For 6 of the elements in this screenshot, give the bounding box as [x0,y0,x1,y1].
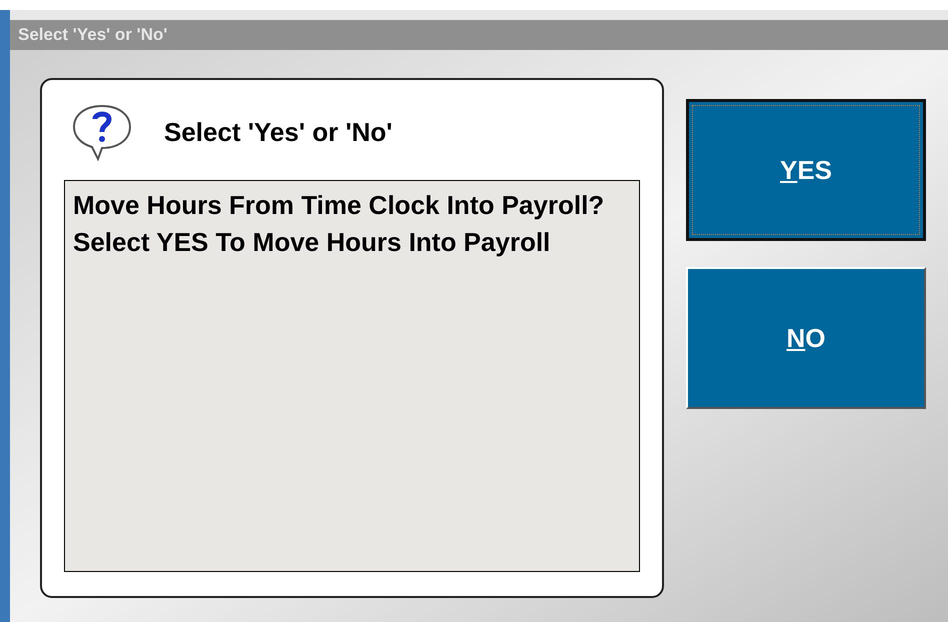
dialog-button[interactable]: YES [686,99,926,241]
window-title: Select 'Yes' or 'No' [18,24,168,46]
dialog-button[interactable]: NO [686,267,926,409]
question-icon [70,103,134,161]
message-text: Move Hours From Time Clock Into Payroll? Select YES To Move Hours Into Payroll [73,189,606,259]
dialog-heading: Select 'Yes' or 'No' [164,116,392,148]
